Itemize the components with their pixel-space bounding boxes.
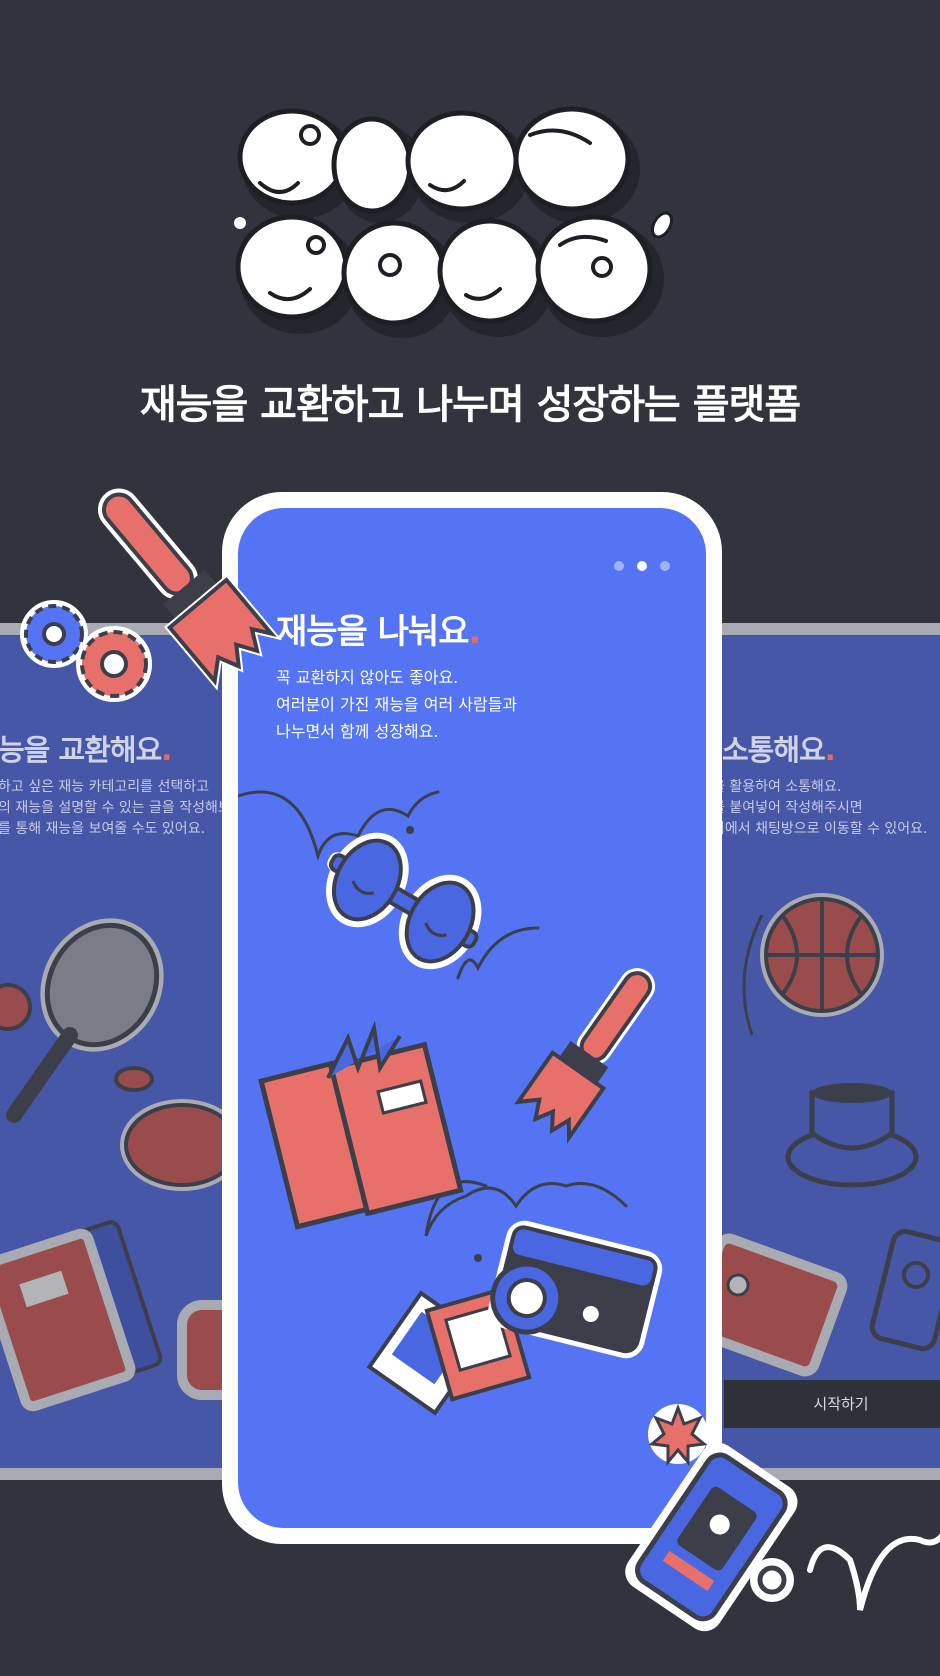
gear-icon	[20, 600, 88, 668]
main-phone-screen: 재능을 나눠요. 꼭 교환하지 않아도 좋아요. 여러분이 가진 재능을 여러 …	[238, 508, 706, 1528]
tennis-racket-icon	[6, 918, 164, 1123]
right-screen-title: 소통해요.	[722, 733, 836, 767]
page-indicator	[606, 556, 670, 575]
main-screen-title: 재능을 나눠요.	[276, 612, 481, 652]
bottom-right-decoration	[625, 1403, 940, 1632]
page-dot-2[interactable]	[636, 561, 647, 571]
right-preview-screen: 소통해요. 을 활용하여 소통해요. 를 붙여넣어 작성해주시면 지에서 채팅방…	[700, 623, 940, 1480]
basketball-icon	[760, 893, 884, 1017]
book-icon	[258, 1020, 464, 1230]
right-screen-description: 을 활용하여 소통해요. 를 붙여넣어 작성해주시면 지에서 채팅방으로 이동할…	[712, 779, 928, 837]
star-burst-icon	[648, 1403, 708, 1467]
main-phone-frame: 재능을 나눠요. 꼭 교환하지 않아도 좋아요. 여러분이 가진 재능을 여러 …	[222, 492, 722, 1544]
tagline: 재능을 교환하고 나누며 성장하는 플랫폼	[139, 382, 801, 428]
left-preview-screen: 능을 교환해요. 하고 싶은 재능 카테고리를 선택하고 의 재능을 설명할 수…	[0, 623, 250, 1480]
top-left-decoration	[20, 488, 283, 702]
left-screen-illustration	[0, 918, 238, 1412]
smartphone-icon	[625, 1442, 798, 1632]
left-screen-title: 능을 교환해요.	[0, 733, 172, 767]
right-screen-illustration	[712, 893, 940, 1377]
main-screen-description: 꼭 교환하지 않아도 좋아요. 여러분이 가진 재능을 여러 사람들과 나누면서…	[276, 668, 518, 741]
book-icon	[0, 1220, 163, 1412]
left-screen-description: 하고 싶은 재능 카테고리를 선택하고 의 재능을 설명할 수 있는 글을 작성…	[0, 779, 250, 837]
pingpong-logo	[234, 106, 673, 338]
bowl-icon	[114, 1066, 238, 1191]
paintbrush-icon	[514, 968, 656, 1144]
page-dot-3[interactable]	[660, 561, 670, 571]
page-dot-1[interactable]	[613, 561, 624, 571]
ring-icon	[750, 1558, 794, 1602]
coffee-cup-icon	[785, 1083, 919, 1188]
gear-icon	[76, 626, 152, 702]
